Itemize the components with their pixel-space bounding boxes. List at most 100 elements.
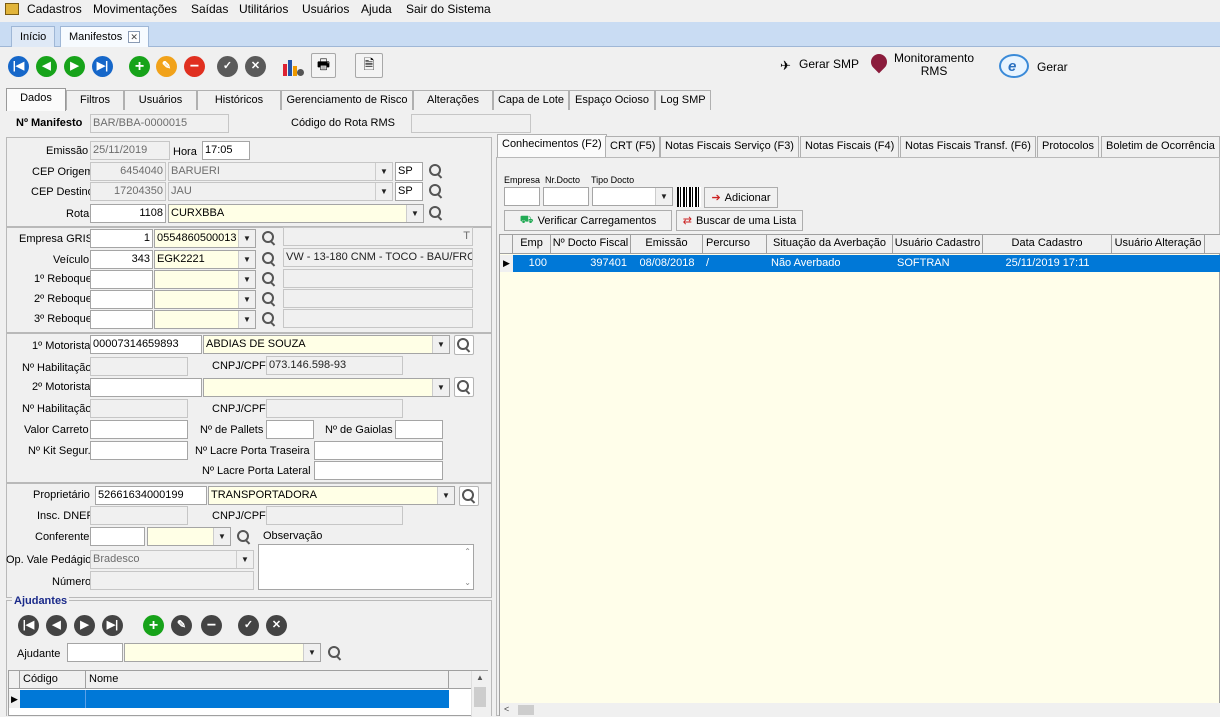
verificar-carregamentos-button[interactable]: ⛟ Verificar Carregamentos [504, 210, 672, 231]
chevron-down-icon[interactable]: ▼ [432, 379, 449, 396]
tab-nf-transf[interactable]: Notas Fiscais Transf. (F6) [900, 136, 1036, 157]
report-chart-icon[interactable] [281, 56, 305, 78]
veiculo-cod-field[interactable]: 343 [90, 250, 153, 269]
search-icon[interactable] [261, 230, 277, 246]
search-icon[interactable] [236, 529, 252, 545]
reboque1-cod-field[interactable] [90, 270, 153, 289]
ajudante-cod-field[interactable] [67, 643, 123, 662]
col-situacao[interactable]: Situação da Averbação [767, 235, 893, 253]
col-emissao[interactable]: Emissão [631, 235, 703, 253]
cidade-destino-combo[interactable]: JAU ▼ [168, 182, 393, 201]
col-data-cadastro[interactable]: Data Cadastro [983, 235, 1112, 253]
motorista1-search-button[interactable] [454, 335, 474, 355]
menu-saidas[interactable]: Saídas [191, 2, 228, 16]
gaiolas-field[interactable] [395, 420, 443, 439]
col-nome[interactable]: Nome [86, 671, 449, 689]
col-usuario-alteracao[interactable]: Usuário Alteração [1112, 235, 1205, 253]
delete-icon[interactable]: − [184, 56, 205, 77]
reboque2-cod-field[interactable] [90, 290, 153, 309]
motorista1-combo[interactable]: ABDIAS DE SOUZA ▼ [203, 335, 450, 354]
motorista1-cod-field[interactable]: 00007314659893 [90, 335, 202, 354]
menu-ajuda[interactable]: Ajuda [361, 2, 392, 16]
col-docto-fiscal[interactable]: Nº Docto Fiscal [551, 235, 631, 253]
rota-cod-field[interactable]: 1108 [90, 204, 166, 223]
conferente-cod-field[interactable] [90, 527, 145, 546]
pallets-field[interactable] [266, 420, 314, 439]
empresa-field[interactable] [504, 187, 540, 206]
proprietario-search-button[interactable] [459, 486, 479, 506]
search-icon[interactable] [327, 645, 343, 661]
tab-historicos[interactable]: Históricos [197, 90, 281, 110]
valor-carreto-field[interactable] [90, 420, 188, 439]
motorista2-combo[interactable]: ▼ [203, 378, 450, 397]
confirm-icon[interactable]: ✓ [238, 615, 259, 636]
grid-hscrollbar[interactable]: < [500, 703, 1220, 717]
previous-record-icon[interactable]: ◀ [46, 615, 67, 636]
search-icon[interactable] [261, 291, 277, 307]
tab-nf[interactable]: Notas Fiscais (F4) [800, 136, 900, 157]
lacre-lateral-field[interactable] [314, 461, 443, 480]
chevron-down-icon[interactable]: ▼ [238, 271, 255, 288]
previous-record-icon[interactable]: ◀ [36, 56, 57, 77]
uf-destino-field[interactable]: SP [395, 182, 423, 201]
ajudantes-row[interactable]: ▶ [9, 690, 449, 708]
first-record-icon[interactable]: |◀ [8, 56, 29, 77]
ajudante-combo[interactable]: ▼ [124, 643, 321, 662]
motorista2-cod-field[interactable] [90, 378, 202, 397]
cancel-icon[interactable]: ✕ [245, 56, 266, 77]
search-icon[interactable] [261, 251, 277, 267]
tab-gerenciamento-risco[interactable]: Gerenciamento de Risco [281, 90, 413, 110]
proprietario-cod-field[interactable]: 52661634000199 [95, 486, 207, 505]
next-record-icon[interactable]: ▶ [64, 56, 85, 77]
add-icon[interactable]: + [143, 615, 164, 636]
chevron-down-icon[interactable]: ▼ [375, 183, 392, 200]
uf-origem-field[interactable]: SP [395, 162, 423, 181]
empresa-gris-field[interactable]: 1 [90, 229, 153, 248]
print-icon[interactable]: 🖶 [311, 53, 336, 78]
menu-utilitarios[interactable]: Utilitários [239, 2, 288, 16]
gerar-smp-button[interactable]: Gerar SMP [799, 57, 859, 71]
menu-movimentacoes[interactable]: Movimentações [93, 2, 177, 16]
chevron-down-icon[interactable]: ▼ [238, 230, 255, 247]
scroll-left-icon[interactable]: < [504, 704, 509, 714]
reboque3-cod-field[interactable] [90, 310, 153, 329]
barcode-icon[interactable] [677, 187, 701, 207]
adicionar-button[interactable]: ➔ Adicionar [704, 187, 778, 208]
chevron-down-icon[interactable]: ▼ [238, 251, 255, 268]
scroll-up-icon[interactable]: ⌃ [464, 547, 471, 556]
tab-conhecimentos[interactable]: Conhecimentos (F2) [497, 134, 607, 158]
reboque1-combo[interactable]: ▼ [154, 270, 256, 289]
menu-usuarios[interactable]: Usuários [302, 2, 349, 16]
search-icon[interactable] [428, 163, 444, 179]
tab-log-smp[interactable]: Log SMP [655, 90, 711, 110]
tipo-docto-combo[interactable]: ▼ [592, 187, 673, 206]
search-icon[interactable] [261, 271, 277, 287]
observacao-textarea[interactable]: ⌃ ⌄ [258, 544, 474, 590]
chevron-down-icon[interactable]: ▼ [655, 188, 672, 205]
buscar-lista-button[interactable]: ⇄ Buscar de uma Lista [676, 210, 803, 231]
chevron-down-icon[interactable]: ▼ [238, 291, 255, 308]
empresa-gris-combo[interactable]: 0554860500013 ▼ [154, 229, 256, 248]
tab-dados[interactable]: Dados [6, 88, 66, 111]
next-record-icon[interactable]: ▶ [74, 615, 95, 636]
search-icon[interactable] [428, 183, 444, 199]
tab-usuarios[interactable]: Usuários [124, 90, 197, 110]
col-percurso[interactable]: Percurso [703, 235, 767, 253]
first-record-icon[interactable]: |◀ [18, 615, 39, 636]
lacre-traseira-field[interactable] [314, 441, 443, 460]
nr-docto-field[interactable] [543, 187, 589, 206]
reboque3-combo[interactable]: ▼ [154, 310, 256, 329]
gerar-button[interactable]: Gerar [1037, 60, 1068, 74]
menu-cadastros[interactable]: Cadastros [27, 2, 82, 16]
chevron-down-icon[interactable]: ▼ [303, 644, 320, 661]
search-icon[interactable] [428, 205, 444, 221]
cancel-icon[interactable]: ✕ [266, 615, 287, 636]
tab-boletim[interactable]: Boletim de Ocorrência [1101, 136, 1220, 157]
reboque2-combo[interactable]: ▼ [154, 290, 256, 309]
edit-icon[interactable]: ✎ [171, 615, 192, 636]
scroll-down-icon[interactable]: ⌄ [464, 578, 471, 587]
emissao-field[interactable]: 25/11/2019 [90, 141, 170, 160]
ajudantes-scrollbar[interactable]: ▲ [471, 671, 488, 717]
chevron-down-icon[interactable]: ▼ [236, 551, 253, 568]
chevron-down-icon[interactable]: ▼ [238, 311, 255, 328]
